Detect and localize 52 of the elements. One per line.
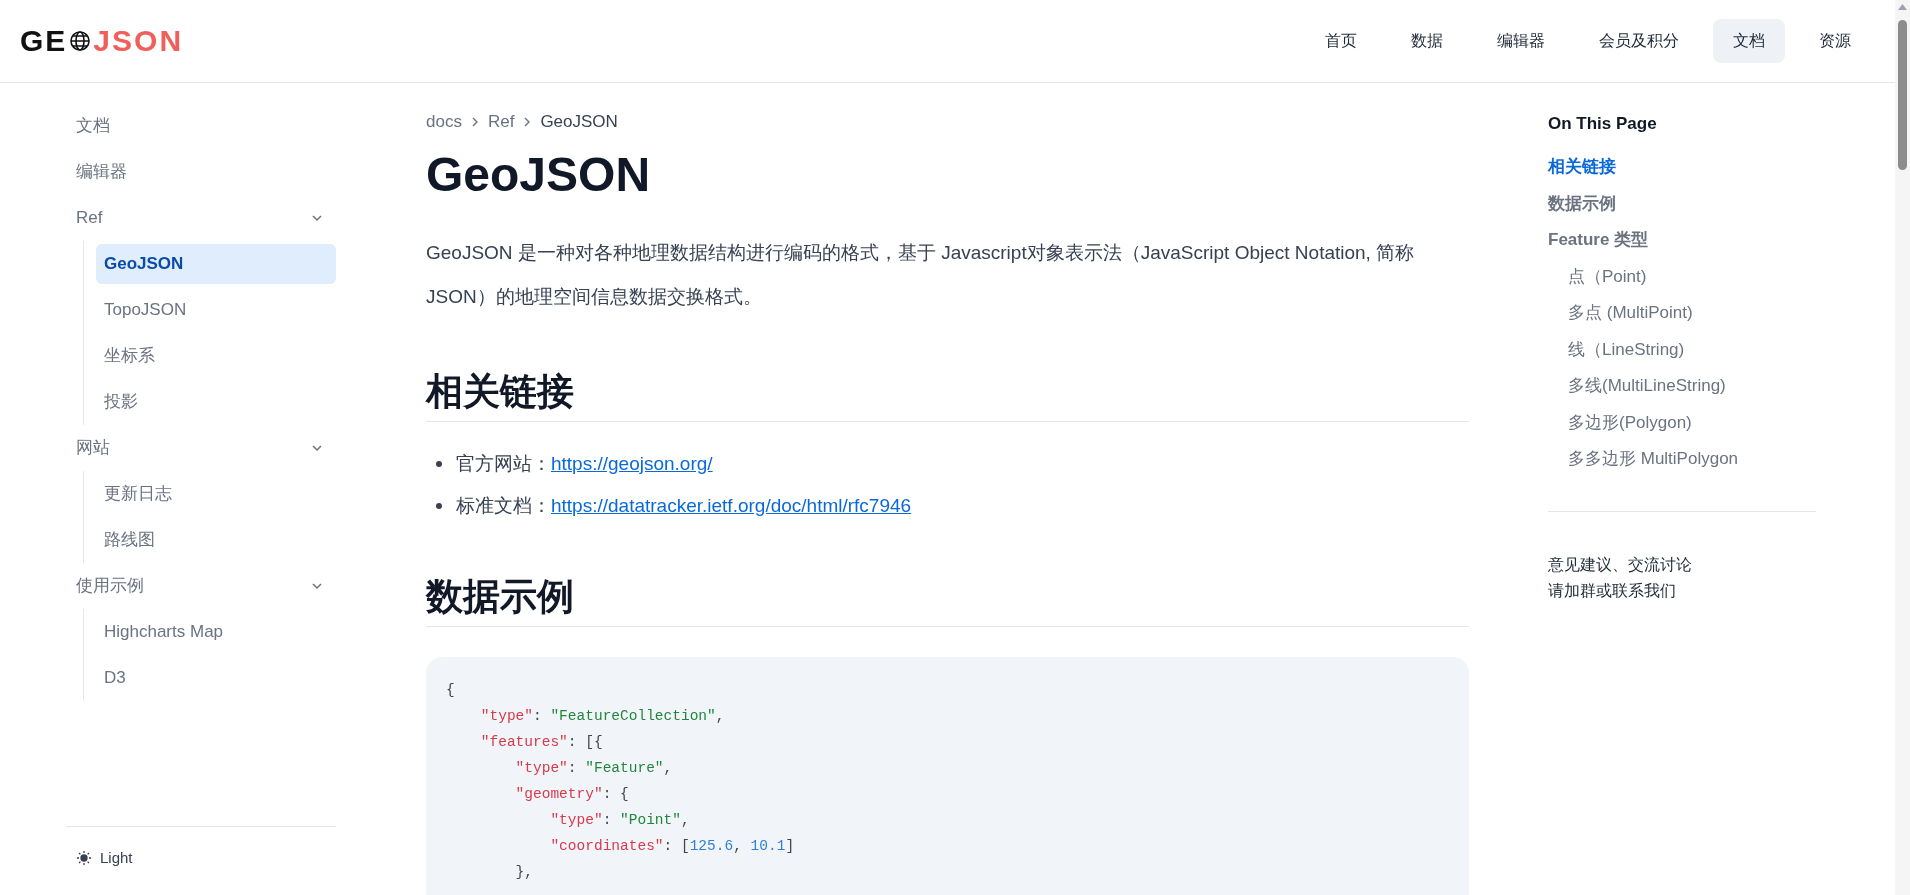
sidebar-item[interactable]: Highcharts Map xyxy=(96,612,336,652)
sidebar-item[interactable]: 文档 xyxy=(66,103,336,149)
sidebar-item[interactable]: 路线图 xyxy=(96,520,336,560)
link[interactable]: https://datatracker.ietf.org/doc/html/rfc7946 xyxy=(551,487,912,524)
code-block: { "type": "FeatureCollection", "features": [{ "type": "Feature", "geometry": { "type": "Point", "coordinates": [125.6, 10.1] }, xyxy=(426,657,1469,895)
sidebar-item[interactable]: 更新日志 xyxy=(96,474,336,514)
globe-icon xyxy=(69,30,92,52)
nav-link[interactable]: 资源 xyxy=(1799,19,1871,63)
toc-link[interactable]: 点（Point) xyxy=(1548,258,1816,295)
toc-link[interactable]: 多多边形 MultiPolygon xyxy=(1548,440,1816,477)
toc-link[interactable]: 线（LineString) xyxy=(1548,331,1816,368)
feedback-text: 意见建议、交流讨论 xyxy=(1548,555,1693,575)
toc-link[interactable]: 多点 (MultiPoint) xyxy=(1548,294,1816,331)
theme-toggle[interactable]: Light xyxy=(100,846,133,869)
nav-link[interactable]: 首页 xyxy=(1305,19,1377,63)
scrollbar-thumb[interactable] xyxy=(1898,20,1907,170)
sidebar-item[interactable]: 投影 xyxy=(96,382,336,422)
sidebar-item[interactable]: Ref xyxy=(66,195,336,241)
page-title: GeoJSON xyxy=(426,146,652,203)
link-label: 官方网站： xyxy=(456,451,551,476)
intro-paragraph: GeoJSON 是一种对各种地理数据结构进行编码的格式，基于 Javascript对象表示法（JavaScript Object Notation, 简称 JSON）的地理空间信息数据交换格式。 xyxy=(426,240,1416,309)
sidebar-item[interactable]: 坐标系 xyxy=(96,336,336,376)
link-label: 标准文档： xyxy=(456,493,551,518)
sun-icon xyxy=(76,849,92,866)
scroll-up-icon[interactable] xyxy=(1898,4,1907,10)
link[interactable]: https://geojson.org/ xyxy=(551,445,713,482)
toc-link[interactable]: 多线(MultiLineString) xyxy=(1548,367,1816,404)
toc-link[interactable]: Feature 类型 xyxy=(1548,221,1816,258)
sidebar-item[interactable]: 网站 xyxy=(66,425,336,471)
sidebar-item[interactable]: 使用示例 xyxy=(66,563,336,609)
sidebar-item[interactable]: D3 xyxy=(96,658,336,698)
nav-link[interactable]: 数据 xyxy=(1391,19,1463,63)
feedback-text: 请加群或联系我们 xyxy=(1548,581,1677,601)
toc-link[interactable]: 数据示例 xyxy=(1548,185,1816,222)
nav-link[interactable]: 编辑器 xyxy=(1477,19,1565,63)
scrollbar[interactable] xyxy=(1895,0,1910,895)
bullet-icon xyxy=(436,460,442,467)
logo[interactable]: GE JSON xyxy=(20,26,184,56)
toc-link[interactable]: 相关链接 xyxy=(1548,148,1816,185)
sidebar-item[interactable]: GeoJSON xyxy=(96,244,336,284)
breadcrumb-link[interactable]: Ref xyxy=(487,109,515,135)
sidebar-item[interactable]: 编辑器 xyxy=(66,149,336,195)
breadcrumb-link[interactable]: docs xyxy=(426,109,462,135)
breadcrumb-link[interactable]: GeoJSON xyxy=(540,109,618,135)
toc-link[interactable]: 多边形(Polygon) xyxy=(1548,404,1816,441)
toc-title: On This Page xyxy=(1548,113,1658,135)
sidebar-item[interactable]: TopoJSON xyxy=(96,290,336,330)
bullet-icon xyxy=(436,502,442,509)
nav-link[interactable]: 会员及积分 xyxy=(1579,19,1699,63)
section-heading: 相关链接 xyxy=(426,368,1469,422)
nav-link[interactable]: 文档 xyxy=(1713,19,1785,63)
section-heading: 数据示例 xyxy=(426,573,1469,627)
